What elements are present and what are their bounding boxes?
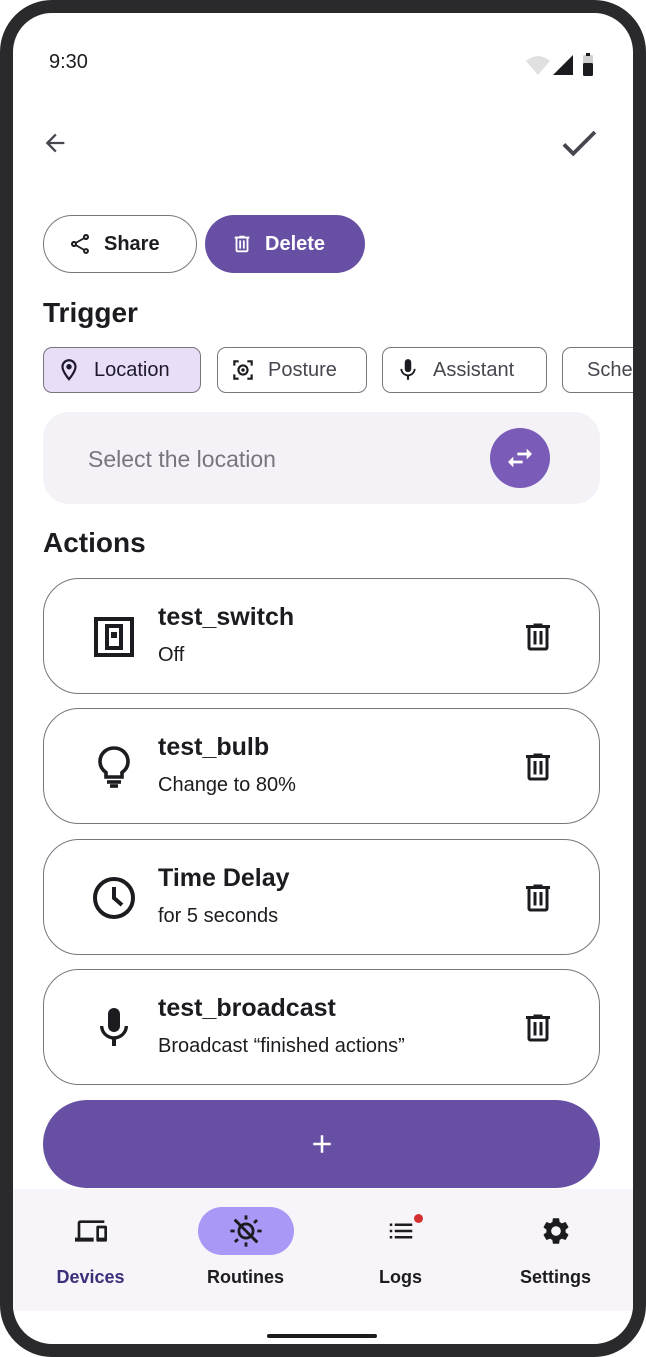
trigger-chip-posture[interactable]: Posture	[217, 347, 367, 393]
action-subtitle: Change to 80%	[158, 774, 296, 796]
nav-pill	[508, 1207, 604, 1255]
action-card-test-broadcast[interactable]: test_broadcast Broadcast “finished actio…	[43, 969, 600, 1085]
trash-icon[interactable]	[520, 619, 556, 655]
trigger-chip-label: Posture	[268, 358, 337, 381]
switch-icon	[94, 617, 134, 657]
arrow-back-icon	[45, 133, 65, 153]
devices-icon	[75, 1220, 107, 1242]
share-icon	[71, 234, 89, 254]
action-title: Time Delay	[158, 864, 290, 892]
check-icon	[562, 130, 597, 157]
trash-icon	[234, 235, 250, 253]
trash-icon[interactable]	[520, 880, 556, 916]
nav-pill	[353, 1207, 449, 1255]
microphone-icon	[100, 1008, 128, 1046]
share-button[interactable]: Share	[43, 215, 197, 273]
action-card-test-bulb[interactable]: test_bulb Change to 80%	[43, 708, 600, 824]
share-label: Share	[104, 232, 160, 255]
action-card-test-switch[interactable]: test_switch Off	[43, 578, 600, 694]
nav-label: Settings	[519, 1267, 591, 1287]
delete-button[interactable]: Delete	[205, 215, 365, 273]
delete-label: Delete	[265, 232, 326, 255]
gear-icon	[543, 1218, 569, 1244]
trigger-chip-label: Assistant	[433, 358, 515, 381]
nav-item-settings[interactable]: Settings	[478, 1189, 633, 1311]
nav-label: Logs	[379, 1267, 422, 1287]
confirm-button[interactable]	[553, 117, 605, 169]
action-card-time-delay[interactable]: Time Delay for 5 seconds	[43, 839, 600, 955]
nav-label: Devices	[56, 1267, 125, 1287]
nav-item-devices[interactable]: Devices	[13, 1189, 168, 1311]
location-placeholder: Select the location	[88, 446, 276, 472]
nav-pill-active	[198, 1207, 294, 1255]
status-icons	[525, 53, 601, 77]
action-subtitle: Off	[158, 644, 185, 666]
trigger-chip-location[interactable]: Location	[43, 347, 201, 393]
swap-arrows-icon	[508, 448, 532, 468]
action-subtitle: for 5 seconds	[158, 905, 279, 927]
logs-icon	[389, 1223, 413, 1239]
action-title: test_broadcast	[158, 994, 336, 1022]
trash-icon[interactable]	[520, 749, 556, 785]
trigger-title: Trigger	[43, 297, 138, 328]
action-title: test_switch	[158, 603, 295, 631]
location-selector[interactable]: Select the location	[43, 412, 600, 504]
trash-icon[interactable]	[520, 1010, 556, 1046]
nav-label: Routines	[206, 1267, 284, 1287]
routines-icon	[230, 1215, 262, 1247]
action-subtitle: Broadcast “finished actions”	[158, 1035, 405, 1057]
phone-frame: 9:30 Share Delete Trigger Location Postu…	[0, 0, 646, 1357]
screen: 9:30 Share Delete Trigger Location Postu…	[13, 13, 633, 1344]
lightbulb-icon	[98, 746, 130, 788]
bottom-navigation: Devices Routines Logs Settings	[13, 1189, 633, 1311]
wifi-icon	[526, 53, 593, 76]
action-title: test_bulb	[158, 733, 270, 761]
nav-pill	[43, 1207, 139, 1255]
trigger-chip-assistant[interactable]: Assistant	[382, 347, 547, 393]
swap-location-button[interactable]	[490, 428, 550, 488]
notification-badge	[414, 1214, 423, 1223]
trigger-chip-label: Schedule	[587, 358, 633, 381]
location-pin-icon	[61, 359, 77, 381]
microphone-icon	[400, 359, 416, 380]
home-indicator[interactable]	[267, 1334, 377, 1338]
nav-item-routines[interactable]: Routines	[168, 1189, 323, 1311]
actions-title: Actions	[43, 527, 146, 558]
add-action-button[interactable]	[43, 1100, 600, 1188]
back-button[interactable]	[33, 121, 77, 165]
trigger-chip-schedule[interactable]: Schedule	[562, 347, 633, 393]
trigger-chip-label: Location	[94, 358, 170, 381]
status-time: 9:30	[49, 51, 88, 73]
posture-icon	[233, 360, 253, 380]
clock-icon	[93, 877, 135, 919]
plus-icon	[312, 1135, 331, 1153]
nav-item-logs[interactable]: Logs	[323, 1189, 478, 1311]
